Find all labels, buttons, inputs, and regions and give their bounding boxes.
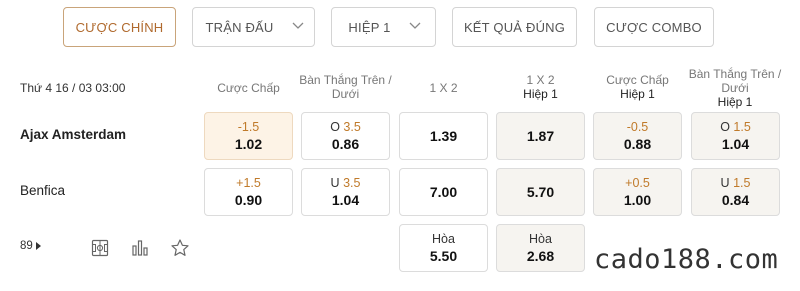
column-subheader: Hiệp 1 (523, 87, 558, 101)
column-header-over-under: Bàn Thắng Trên / Dưới (299, 73, 392, 101)
tab-label: CƯỢC CHÍNH (75, 19, 164, 35)
column-header-handicap-h1: Cược Chấp Hiệp 1 (593, 73, 682, 101)
watermark-text: cado188.com (594, 244, 779, 275)
column-header-over-under-h1: Bàn Thắng Trên / Dưới Hiệp 1 (688, 67, 782, 109)
column-subheader: Hiệp 1 (717, 95, 753, 109)
odds-cell-away-1x2-h1[interactable]: 5.70 (496, 168, 585, 216)
stats-bar-icon[interactable] (130, 238, 150, 258)
column-header-handicap: Cược Chấp (217, 81, 280, 95)
tab-label: KẾT QUẢ ĐÚNG (463, 19, 566, 35)
column-header-1x2-h1: 1 X 2 Hiệp 1 (496, 73, 585, 101)
odds-cell-home-1x2-h1[interactable]: 1.87 (496, 112, 585, 160)
star-icon[interactable] (170, 238, 190, 258)
chevron-down-icon (292, 22, 303, 32)
column-subheader: Hiệp 1 (620, 87, 655, 101)
odds-cell-away-handicap-h1[interactable]: +0.5 1.00 (593, 168, 682, 216)
tab-hiep-1[interactable]: HIỆP 1 (331, 7, 436, 47)
odds-cell-away-handicap[interactable]: +1.5 0.90 (204, 168, 293, 216)
odds-cell-home-1x2[interactable]: 1.39 (399, 112, 488, 160)
more-markets-button[interactable]: 89 (20, 240, 41, 252)
odds-cell-home-handicap[interactable]: -1.5 1.02 (204, 112, 293, 160)
odds-cell-away-1x2[interactable]: 7.00 (399, 168, 488, 216)
caret-right-icon (35, 242, 41, 250)
odds-cell-draw-1x2-h1[interactable]: Hòa 2.68 (496, 224, 585, 272)
chevron-down-icon (409, 22, 421, 32)
odds-cell-draw-1x2[interactable]: Hòa 5.50 (399, 224, 488, 272)
odds-cell-home-over-under[interactable]: O 3.5 0.86 (301, 112, 390, 160)
odds-cell-home-over-under-h1[interactable]: O 1.5 1.04 (691, 112, 780, 160)
odds-cell-away-over-under-h1[interactable]: U 1.5 0.84 (691, 168, 780, 216)
tab-label: CƯỢC COMBO (606, 19, 702, 35)
tab-cuoc-combo[interactable]: CƯỢC COMBO (594, 7, 714, 47)
tab-ket-qua-dung[interactable]: KẾT QUẢ ĐÚNG (452, 7, 577, 47)
tab-label: HIỆP 1 (348, 19, 391, 35)
odds-cell-away-over-under[interactable]: U 3.5 1.04 (301, 168, 390, 216)
tab-label: TRẬN ĐẤU (205, 19, 274, 35)
odds-cell-home-handicap-h1[interactable]: -0.5 0.88 (593, 112, 682, 160)
away-team-name: Benfica (20, 183, 66, 198)
more-markets-count: 89 (20, 240, 33, 252)
column-header-1x2: 1 X 2 (429, 81, 458, 95)
tab-cuoc-chinh[interactable]: CƯỢC CHÍNH (63, 7, 176, 47)
tab-tran-dau[interactable]: TRẬN ĐẤU (192, 7, 315, 47)
home-team-name: Ajax Amsterdam (20, 127, 127, 142)
match-datetime: Thứ 4 16 / 03 03:00 (20, 81, 126, 95)
field-icon[interactable] (90, 238, 110, 258)
